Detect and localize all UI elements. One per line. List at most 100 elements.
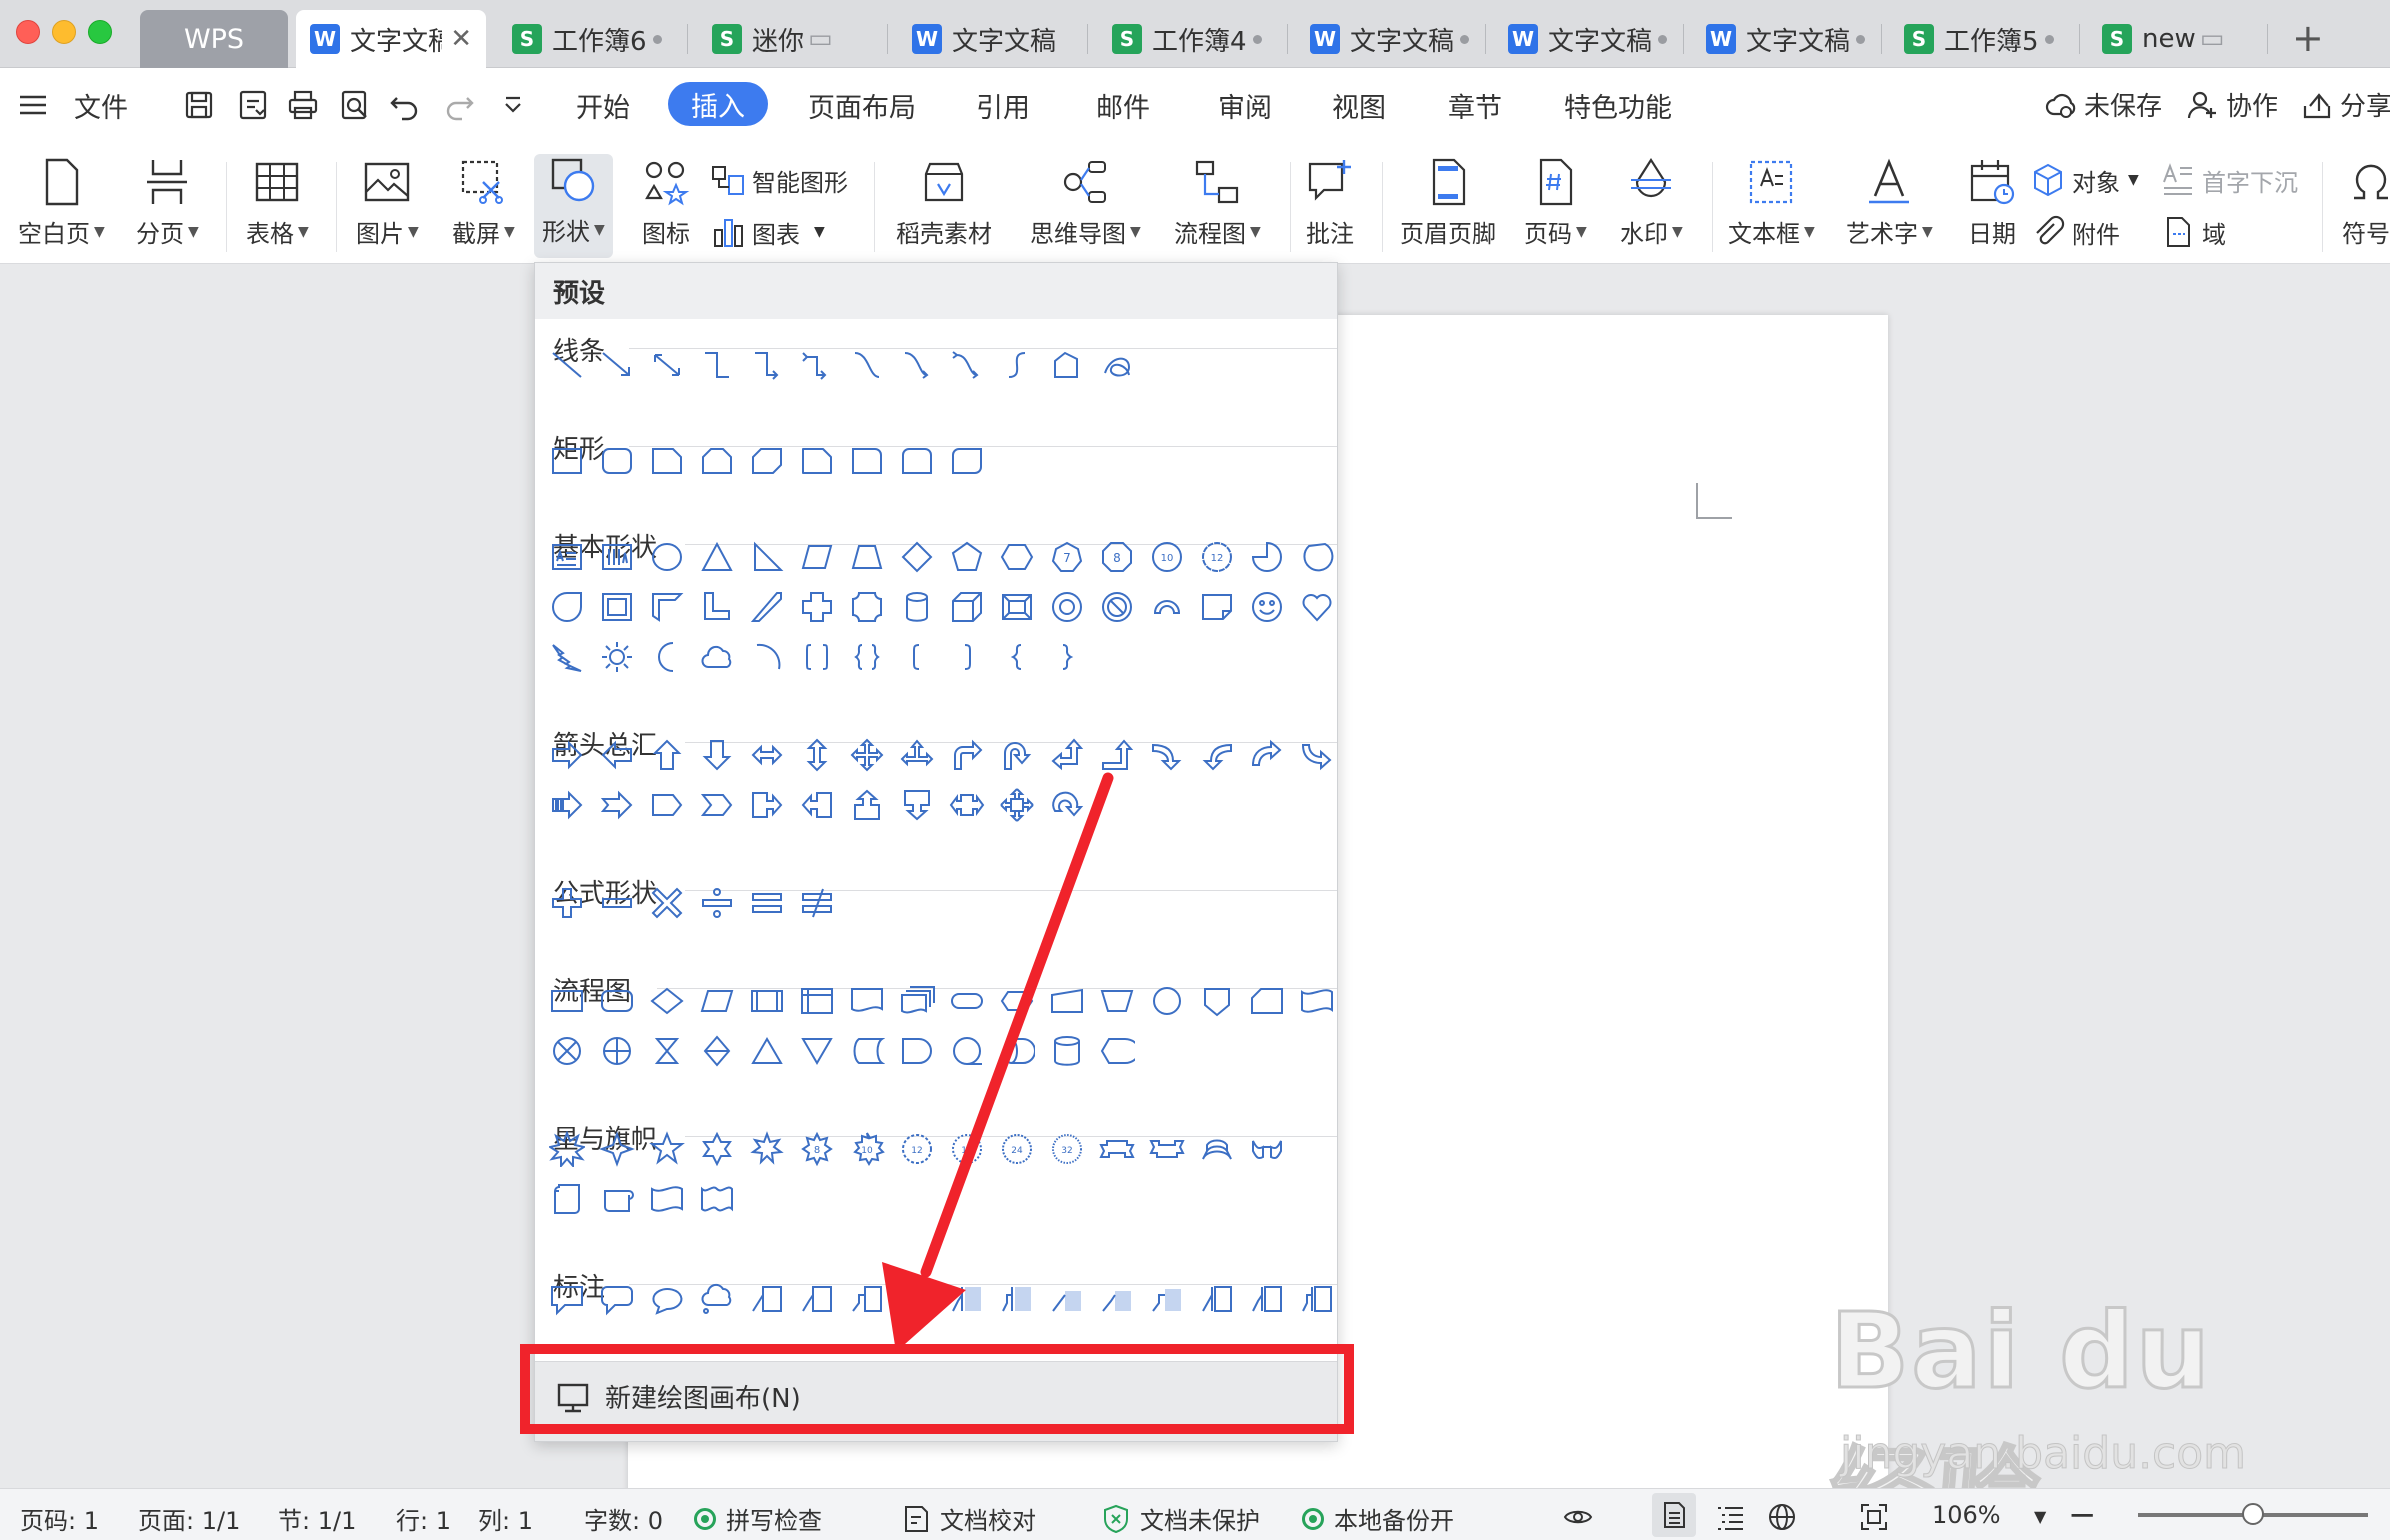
shape-ellipse[interactable] [649,539,685,575]
shape-cline2[interactable] [799,1281,835,1317]
shape-cacc2[interactable] [1099,1281,1135,1317]
table-button[interactable]: 表格 ▼ [246,156,309,249]
object-button[interactable]: 对象 ▼ [2030,162,2139,198]
shape-dblbrace[interactable] [849,639,885,675]
zoom-out-button[interactable]: − [2068,1495,2097,1535]
page-view-icon[interactable] [1652,1493,1696,1537]
smart-graphic-button[interactable]: 智能图形 [710,162,848,198]
shape-cline3[interactable] [849,1281,885,1317]
shape-arcline[interactable] [749,639,785,675]
shape-multiply[interactable] [649,885,685,921]
shape-fcollate[interactable] [649,1033,685,1069]
tab-document[interactable]: S new ▭ [2088,10,2268,68]
shape-sun[interactable] [599,639,635,675]
shape-cbar2[interactable] [949,1281,985,1317]
new-tab-button[interactable]: + [2292,16,2324,60]
shape-diagstripe[interactable] [749,589,785,625]
field-button[interactable]: 域 [2160,214,2226,250]
zoom-slider-handle[interactable] [2242,1503,2264,1525]
shape-rrectd[interactable] [949,443,985,479]
comment-button[interactable]: 批注 [1304,156,1356,249]
shape-vtext[interactable] [599,539,635,575]
shape-cacc3[interactable] [1149,1281,1185,1317]
shape-cbord3[interactable] [1299,1281,1335,1317]
shape-for[interactable] [599,1033,635,1069]
flowchart-button[interactable]: 流程图 ▼ [1174,156,1261,249]
shape-nosym[interactable] [1099,589,1135,625]
shape-textbox[interactable] [549,539,585,575]
shape-cross[interactable] [799,589,835,625]
shape-fdata[interactable] [699,983,735,1019]
shape-lshape[interactable] [699,589,735,625]
shape-curvea[interactable] [899,347,935,383]
shape-triangle[interactable] [699,539,735,575]
shape-snip1[interactable] [649,443,685,479]
tab-review[interactable]: 审阅 [1218,86,1272,125]
outline-view-icon[interactable] [1714,1501,1754,1533]
shape-lbrace[interactable] [999,639,1035,675]
shape-finternal[interactable] [799,983,835,1019]
shape-cbar3[interactable] [999,1281,1035,1317]
shape-star32[interactable]: 32 [1049,1131,1085,1167]
shapes-button[interactable]: 形状 ▼ [534,154,613,258]
shape-scribble[interactable] [1099,347,1135,383]
shape-alr[interactable] [749,737,785,773]
share-button[interactable]: 分享 [2300,86,2390,123]
close-tab-icon[interactable]: ✕ [450,24,472,54]
shape-pie[interactable] [1249,539,1285,575]
shape-fmanual[interactable] [1049,983,1085,1019]
shape-arrowline[interactable] [599,347,635,383]
shape-tear[interactable] [549,589,585,625]
shape-rect[interactable] [549,443,585,479]
file-menu[interactable]: 文件 [74,86,128,125]
shape-notequal[interactable] [799,885,835,921]
shape-cbord2[interactable] [1249,1281,1285,1317]
tab-insert[interactable]: 插入 [668,82,768,126]
shape-elbowd[interactable] [799,347,835,383]
shape-hscroll[interactable] [599,1181,635,1217]
shape-quad[interactable] [849,737,885,773]
shape-pentarrow[interactable] [649,787,685,823]
shape-coval[interactable] [649,1281,685,1317]
unsaved-status[interactable]: 未保存 [2044,86,2162,123]
local-backup-toggle[interactable]: 本地备份开 [1302,1501,1454,1536]
shape-minus[interactable] [599,885,635,921]
shape-striped[interactable] [549,787,585,823]
tab-features[interactable]: 特色功能 [1564,86,1672,125]
shape-fdoc[interactable] [849,983,885,1019]
shape-cline1[interactable] [749,1281,785,1317]
page-break-button[interactable]: 分页 ▼ [136,156,199,249]
shape-star10[interactable]: 10 [849,1131,885,1167]
shape-star6[interactable] [699,1131,735,1167]
shape-fdelay[interactable] [899,1033,935,1069]
tab-chapter[interactable]: 章节 [1448,86,1502,125]
tab-document[interactable]: W 文字文稿 [1296,10,1486,68]
shape-star12[interactable]: 12 [899,1131,935,1167]
tab-document[interactable]: S 迷你 ▭ [698,10,888,68]
tab-page-layout[interactable]: 页面布局 [808,86,916,125]
shape-scurve[interactable] [999,347,1035,383]
shape-rbrace[interactable] [1049,639,1085,675]
attachment-button[interactable]: 附件 [2030,214,2120,250]
shape-curved[interactable] [949,347,985,383]
chart-button[interactable]: 图表 ▼ [710,214,825,250]
shape-curvu[interactable] [1249,737,1285,773]
shape-heart[interactable] [1299,589,1335,625]
shape-fmag[interactable] [999,1033,1036,1069]
collab-button[interactable]: 协作 [2186,86,2278,123]
tab-document-active[interactable]: W 文字文稿 ✕ [296,10,486,68]
shape-fterm[interactable] [949,983,985,1019]
shape-frame[interactable] [599,589,635,625]
shape-fprep[interactable] [999,983,1035,1019]
shape-plus[interactable] [549,885,585,921]
shape-smiley[interactable] [1249,589,1285,625]
shape-star7[interactable] [749,1131,785,1167]
textbox-button[interactable]: 文本框 ▼ [1728,156,1815,249]
shape-fdisplay[interactable] [1099,1033,1140,1069]
shape-folded[interactable] [1199,589,1235,625]
shape-rrect[interactable] [599,443,635,479]
shape-fmultidoc[interactable] [899,983,935,1019]
symbol-button[interactable]: 符号 [2340,156,2390,249]
spell-check-toggle[interactable]: 拼写检查 [694,1501,822,1536]
picture-button[interactable]: 图片 ▼ [356,156,419,249]
